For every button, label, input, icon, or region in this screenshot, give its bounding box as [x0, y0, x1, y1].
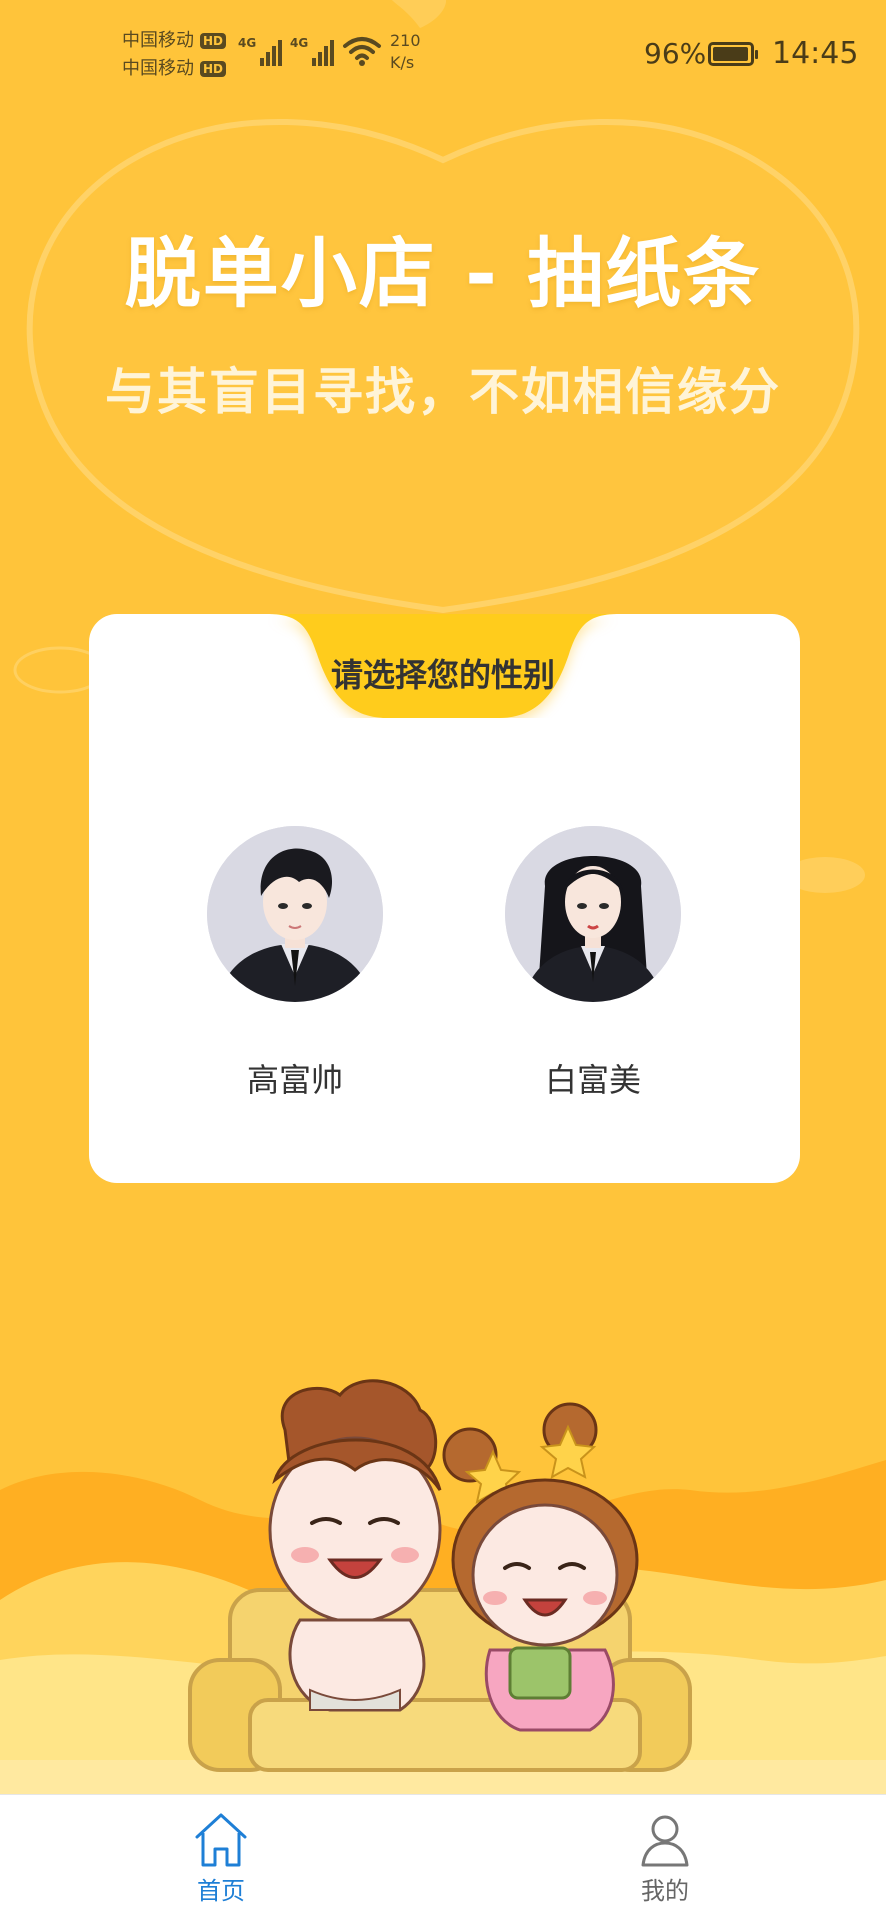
carrier-1: 中国移动 HD [122, 28, 227, 54]
user-icon [641, 1815, 689, 1867]
carrier-1-name: 中国移动 [122, 30, 194, 51]
page-title: 脱单小店 - 抽纸条 [124, 229, 762, 318]
male-option-label[interactable]: 高富帅 [205, 1060, 385, 1100]
male-option[interactable]: 高富帅 [205, 826, 385, 1100]
nav-mine-label[interactable]: 我的 [575, 1875, 755, 1907]
hd-badge: HD [200, 33, 227, 49]
app-screen: 中国移动 HD 中国移动 HD 4G 4G 210 K/s 96% 14:45 … [0, 0, 886, 1920]
battery-icon [708, 42, 758, 66]
female-avatar-icon [505, 826, 681, 1002]
network-speed: 210 K/s [390, 30, 421, 74]
bottom-nav: 首页 我的 [0, 1794, 886, 1920]
wifi-icon [343, 37, 381, 66]
boy-illustration [268, 1379, 442, 1712]
battery-percent: 96% [644, 37, 707, 70]
home-icon [195, 1813, 247, 1867]
battery-fill [713, 47, 748, 61]
male-avatar[interactable] [207, 826, 383, 1002]
carrier-2: 中国移动 HD [122, 56, 227, 82]
nav-mine[interactable]: 我的 [575, 1795, 755, 1920]
signal-label: 4G [290, 36, 309, 50]
status-bar: 中国移动 HD 中国移动 HD 4G 4G 210 K/s 96% 14:45 [0, 0, 886, 110]
male-avatar-icon [207, 826, 383, 1002]
sofa-illustration [188, 1588, 692, 1772]
hd-badge: HD [200, 61, 227, 77]
clock: 14:45 [772, 36, 859, 71]
signal-label: 4G [238, 36, 257, 50]
signal-icon: 4G [290, 36, 335, 66]
page-subtitle: 与其盲目寻找，不如相信缘分 [105, 363, 781, 421]
network-speed-value: 210 [390, 31, 421, 50]
nav-home-label[interactable]: 首页 [131, 1875, 311, 1907]
female-option[interactable]: 白富美 [503, 826, 683, 1100]
female-avatar[interactable] [505, 826, 681, 1002]
signal-icon: 4G [238, 36, 283, 66]
female-option-label[interactable]: 白富美 [503, 1060, 683, 1100]
carrier-2-name: 中国移动 [122, 58, 194, 79]
network-speed-unit: K/s [390, 53, 415, 72]
nav-home[interactable]: 首页 [131, 1795, 311, 1920]
gender-prompt: 请选择您的性别 [330, 656, 555, 694]
